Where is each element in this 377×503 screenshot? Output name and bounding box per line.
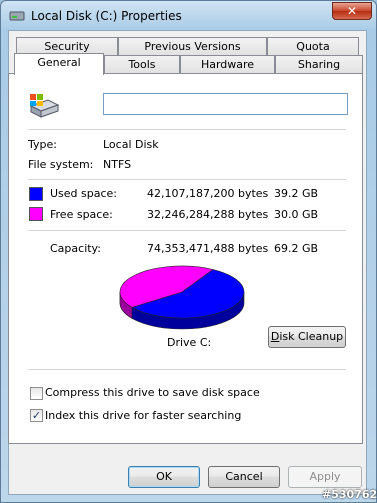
- compress-label[interactable]: Compress this drive to save disk space: [45, 386, 260, 399]
- apply-button[interactable]: Apply: [288, 466, 362, 488]
- tab-general[interactable]: General: [14, 53, 104, 75]
- free-space-label: Free space:: [50, 208, 113, 221]
- disk-cleanup-label: isk Cleanup: [279, 330, 344, 343]
- window-title: Local Disk (C:) Properties: [31, 9, 182, 23]
- free-space-swatch: [29, 207, 43, 221]
- ok-button[interactable]: OK: [128, 466, 200, 488]
- tab-tools[interactable]: Tools: [104, 55, 180, 74]
- separator: [28, 230, 346, 231]
- used-space-swatch: [29, 187, 43, 201]
- used-space-size: 39.2 GB: [274, 187, 319, 200]
- hard-drive-icon: [29, 94, 60, 118]
- used-space-label: Used space:: [50, 187, 118, 200]
- file-system-label: File system:: [28, 158, 94, 171]
- tab-sharing[interactable]: Sharing: [275, 55, 363, 74]
- type-label: Type:: [28, 138, 57, 151]
- disk-usage-pie: [119, 265, 245, 330]
- drive-caption: Drive C:: [167, 336, 212, 349]
- index-label[interactable]: Index this drive for faster searching: [45, 409, 241, 422]
- separator: [28, 129, 346, 130]
- tab-previous-versions[interactable]: Previous Versions: [118, 37, 267, 56]
- title-bar[interactable]: Local Disk (C:) Properties ✕: [1, 1, 376, 31]
- disk-cleanup-button[interactable]: Disk Cleanup: [268, 326, 346, 348]
- tab-hardware[interactable]: Hardware: [180, 55, 275, 74]
- drive-icon: [9, 11, 25, 21]
- file-system-value: NTFS: [103, 158, 132, 171]
- capacity-size: 69.2 GB: [274, 242, 319, 255]
- separator: [28, 369, 346, 370]
- tab-quota[interactable]: Quota: [267, 37, 359, 56]
- used-space-bytes: 42,107,187,200 bytes: [147, 187, 269, 200]
- separator: [28, 179, 346, 180]
- volume-label-input[interactable]: [103, 93, 348, 115]
- free-space-bytes: 32,246,284,288 bytes: [147, 208, 269, 221]
- capacity-label: Capacity:: [50, 242, 101, 255]
- watermark-text: #530762: [322, 488, 377, 501]
- capacity-bytes: 74,353,471,488 bytes: [147, 242, 269, 255]
- free-space-size: 30.0 GB: [274, 208, 319, 221]
- type-value: Local Disk: [103, 138, 159, 151]
- cancel-button[interactable]: Cancel: [208, 466, 280, 488]
- compress-checkbox[interactable]: [30, 387, 43, 400]
- close-button[interactable]: ✕: [332, 2, 372, 20]
- index-checkbox[interactable]: ✓: [30, 409, 43, 422]
